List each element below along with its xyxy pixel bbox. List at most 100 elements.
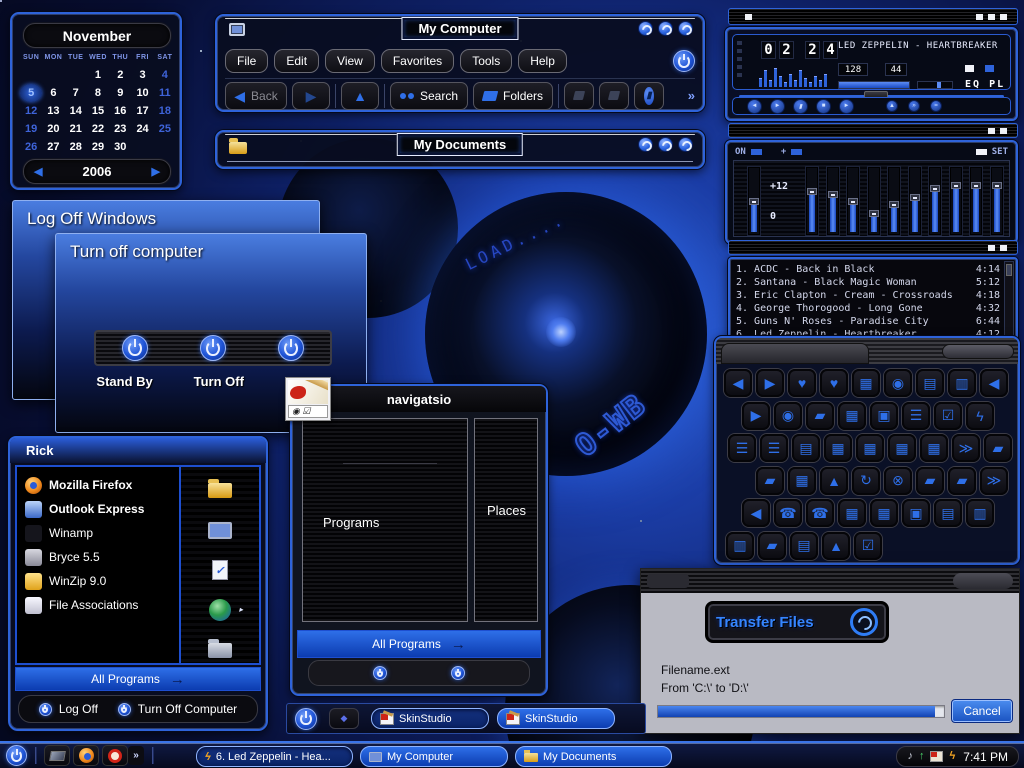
all-programs-button[interactable]: All Programs xyxy=(15,667,261,691)
shade-button[interactable] xyxy=(988,245,995,251)
winamp-shade-titlebar[interactable] xyxy=(728,8,1018,25)
phone-2-icon-button[interactable]: ☎ xyxy=(806,499,834,527)
calendar-day[interactable]: 26 xyxy=(20,138,42,156)
folder-list-icon-button[interactable]: ▥ xyxy=(948,369,976,397)
folder-up-icon-button[interactable]: ▥ xyxy=(966,499,994,527)
update-icon[interactable]: ↑ xyxy=(919,751,925,762)
quick-launch-desktop[interactable] xyxy=(44,745,70,766)
start-menu-item-bryce[interactable]: Bryce 5.5 xyxy=(17,545,179,569)
forward-icon-button[interactable]: ▶ xyxy=(756,369,784,397)
calendar-day[interactable]: 27 xyxy=(42,138,64,156)
eq-band-4[interactable] xyxy=(868,167,880,235)
folders-3-icon-button[interactable]: ▤ xyxy=(934,499,962,527)
all-programs-button[interactable]: All Programs xyxy=(297,630,541,658)
scrollbar-handle[interactable] xyxy=(1006,264,1012,276)
start-button[interactable] xyxy=(295,708,317,730)
volume-icon[interactable]: ♪ xyxy=(907,751,913,762)
search-button[interactable]: Search xyxy=(390,82,468,110)
menu-favorites[interactable]: Favorites xyxy=(381,49,454,73)
shade-button[interactable] xyxy=(988,14,995,20)
stop-icon-button[interactable]: ◉ xyxy=(884,369,912,397)
band-knob[interactable] xyxy=(869,210,879,217)
maximize-button[interactable] xyxy=(658,137,673,152)
calendar-day[interactable]: 20 xyxy=(42,120,64,138)
close-icon-button[interactable]: ⊗ xyxy=(884,467,912,495)
my-computer-icon[interactable] xyxy=(205,517,235,543)
minimize-button[interactable] xyxy=(976,14,983,20)
playlist-track[interactable]: 1. ACDC - Back in Black4:14 xyxy=(736,263,1000,276)
up-button[interactable]: ▲ xyxy=(341,82,379,110)
skinstudio-tray-icon[interactable] xyxy=(930,751,943,762)
copy-icon-button[interactable]: ▦ xyxy=(852,369,880,397)
folders-stack-icon-button[interactable]: ▦ xyxy=(838,402,866,430)
tasks-icon[interactable]: ✓ xyxy=(205,557,235,583)
band-knob[interactable] xyxy=(828,191,838,198)
calendar-day[interactable]: 4 xyxy=(154,66,176,84)
band-knob[interactable] xyxy=(992,182,1002,189)
doc-icon-button[interactable]: ▤ xyxy=(790,532,818,560)
power-button[interactable] xyxy=(373,666,387,680)
next-2-icon-button[interactable]: ≫ xyxy=(980,467,1008,495)
start-menu-item-winamp[interactable]: Winamp xyxy=(17,521,179,545)
close-button[interactable] xyxy=(1000,128,1007,134)
band-knob[interactable] xyxy=(889,201,899,208)
internet-icon[interactable]: ▸ xyxy=(205,597,235,623)
grid-2-icon-button[interactable]: ▦ xyxy=(856,434,884,462)
calendar-day[interactable]: 17 xyxy=(131,102,153,120)
users-icon-button[interactable]: ☰ xyxy=(902,402,930,430)
eq-set-toggle[interactable] xyxy=(976,149,987,155)
prev-month-icon[interactable]: ◀ xyxy=(34,165,42,178)
folder-icon-button[interactable]: ▰ xyxy=(806,402,834,430)
close-button[interactable] xyxy=(678,137,693,152)
folder-6-icon-button[interactable]: ▥ xyxy=(726,532,754,560)
restart-button[interactable] xyxy=(278,335,304,361)
calendar-day[interactable]: 7 xyxy=(65,84,87,102)
forward-alt-icon-button[interactable]: ▶ xyxy=(742,402,770,430)
refresh-icon-button[interactable]: ↻ xyxy=(852,467,880,495)
cancel-button[interactable]: Cancel xyxy=(951,699,1013,723)
stand-by-button[interactable] xyxy=(122,335,148,361)
band-knob[interactable] xyxy=(749,198,759,205)
turn-off-button[interactable] xyxy=(200,335,226,361)
folder-7-icon-button[interactable]: ▰ xyxy=(758,532,786,560)
calendar-day[interactable]: 1 xyxy=(87,66,109,84)
close-button[interactable] xyxy=(1000,245,1007,251)
playlist-track[interactable]: 5. Guns N' Roses - Paradise City6:44 xyxy=(736,315,1000,328)
next-button[interactable]: ► xyxy=(839,99,854,114)
playlist-shade-titlebar[interactable] xyxy=(728,123,1018,138)
titlebar-button[interactable] xyxy=(745,14,752,20)
panel-header[interactable] xyxy=(716,338,1018,364)
maximize-button[interactable] xyxy=(658,21,673,36)
check-2-icon-button[interactable]: ☑ xyxy=(854,532,882,560)
calendar-day[interactable]: 6 xyxy=(42,84,64,102)
forward-button[interactable]: ▶ xyxy=(292,82,330,110)
folder-3-icon-button[interactable]: ▰ xyxy=(756,467,784,495)
calendar-day[interactable]: 23 xyxy=(109,120,131,138)
log-off-button[interactable]: Log Off xyxy=(39,702,98,716)
calendar-day[interactable]: 3 xyxy=(131,66,153,84)
track-title-marquee[interactable]: LED ZEPPELIN - HEARTBREAKER (4: xyxy=(838,41,1004,55)
eq-band-9[interactable] xyxy=(970,167,982,235)
save-icon-button[interactable]: ▣ xyxy=(870,402,898,430)
quick-launch-button[interactable]: ◆ xyxy=(329,708,359,729)
grid-5-icon-button[interactable]: ▦ xyxy=(838,499,866,527)
start-menu-item-firefox[interactable]: Mozilla Firefox xyxy=(17,473,179,497)
font-icon-button[interactable]: ▣ xyxy=(902,499,930,527)
calendar-day[interactable]: 2 xyxy=(109,66,131,84)
menu-tools[interactable]: Tools xyxy=(460,49,512,73)
menu-file[interactable]: File xyxy=(225,49,268,73)
my-computer-titlebar[interactable]: My Computer xyxy=(217,16,703,43)
calendar-day[interactable]: 10 xyxy=(131,84,153,102)
playlist-track[interactable]: 2. Santana - Black Magic Woman5:12 xyxy=(736,276,1000,289)
folder-2-icon-button[interactable]: ▰ xyxy=(984,434,1012,462)
power-button[interactable] xyxy=(673,50,695,72)
close-button[interactable] xyxy=(678,21,693,36)
stop-alt-icon-button[interactable]: ◉ xyxy=(774,402,802,430)
users-3-icon-button[interactable]: ☰ xyxy=(760,434,788,462)
eq-band-8[interactable] xyxy=(950,167,962,235)
eject-button[interactable]: ▲ xyxy=(886,100,898,112)
back-button[interactable]: ◀ Back xyxy=(225,82,287,110)
band-knob[interactable] xyxy=(848,198,858,205)
band-knob[interactable] xyxy=(951,182,961,189)
equalizer-shade-titlebar[interactable] xyxy=(728,240,1018,255)
